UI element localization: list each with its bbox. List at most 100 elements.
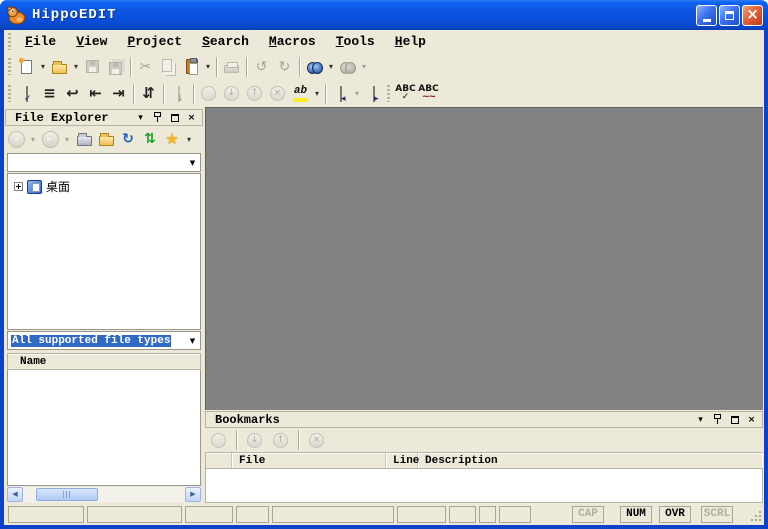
menu-macros[interactable]: Macros [259,32,326,51]
scroll-left-button[interactable]: ◀ [7,487,23,502]
resize-grip[interactable] [759,519,761,521]
sort-lines-button[interactable]: ⇵ [137,83,160,105]
nav-forward-button[interactable]: ▸ [362,83,385,105]
bm-prev-button[interactable]: ↑ [269,429,292,451]
open-file-button[interactable] [48,56,71,78]
toolbar-grip[interactable] [8,85,11,102]
maximize-panel-icon [170,113,179,122]
menu-search[interactable]: Search [192,32,259,51]
back-icon: ◀ [7,130,25,148]
fe-favorites-button[interactable]: ★ [162,128,182,150]
prev-bookmark-button[interactable]: ↑ [243,83,266,105]
panel-maximize-button[interactable] [728,413,741,426]
next-bookmark-button[interactable]: ↓ [220,83,243,105]
menubar-grip[interactable] [8,33,11,50]
find-dropdown[interactable]: ▾ [326,62,336,71]
panel-close-button[interactable]: × [745,413,758,426]
open-file-dropdown[interactable]: ▾ [71,62,81,71]
line-column-header[interactable]: Line [386,453,419,468]
menu-file[interactable]: File [15,32,66,51]
horizontal-scrollbar[interactable]: ◀ ▶ [7,487,201,502]
outdent-button[interactable]: ⇤ [84,83,107,105]
goto-page-button[interactable]: ↓ [167,83,190,105]
fe-refresh-button[interactable]: ↻ [118,128,138,150]
editor-area[interactable] [205,107,763,410]
copy-icon [161,58,172,72]
panel-pin-button[interactable] [151,111,164,124]
paste-button[interactable] [180,56,203,78]
find-next-dropdown[interactable]: ▾ [359,62,369,71]
panel-pin-button[interactable] [711,413,724,426]
title-bar[interactable]: HippoEDIT × [0,0,768,30]
highlight-dropdown[interactable]: ▾ [312,89,322,98]
toolbar-grip[interactable] [8,58,11,75]
file-explorer-header[interactable]: File Explorer ▾ × [5,109,203,126]
indent-button[interactable]: ⇥ [107,83,130,105]
address-combo[interactable]: ▼ [7,153,201,172]
cut-button[interactable]: ✂ [134,56,157,78]
new-file-dropdown[interactable]: ▾ [38,62,48,71]
fe-forward-button[interactable]: ▶ [40,128,60,150]
maximize-button[interactable] [719,4,740,26]
panel-menu-button[interactable]: ▾ [694,413,707,426]
bookmarks-header[interactable]: Bookmarks ▾ × [205,411,763,428]
align-lines-button[interactable]: ≡ [38,83,61,105]
file-column-header[interactable]: File [232,453,386,468]
bm-next-button[interactable]: ↓ [243,429,266,451]
find-button[interactable] [303,56,326,78]
highlight-button[interactable]: ab [289,83,312,105]
new-file-button[interactable] [15,56,38,78]
bm-clear-button[interactable]: × [305,429,328,451]
fe-sync-button[interactable]: ⇅ [140,128,160,150]
status-panel [499,505,531,523]
scroll-right-button[interactable]: ▶ [185,487,201,502]
spell-toolbar-grip[interactable] [387,85,390,102]
fe-search-folder-button[interactable] [96,128,116,150]
nav-back-button[interactable]: ◂ [329,83,352,105]
menu-project[interactable]: Project [117,32,192,51]
menu-help[interactable]: Help [385,32,436,51]
filter-combo-arrow-icon[interactable]: ▼ [185,332,200,349]
clear-bookmarks-button[interactable]: × [266,83,289,105]
fe-folder-button[interactable] [74,128,94,150]
format-document-button[interactable]: ✓ [15,83,38,105]
description-column-header[interactable]: Description [418,453,762,468]
icon-column-header[interactable] [206,453,232,468]
word-wrap-button[interactable]: ↩ [61,83,84,105]
close-icon: × [746,4,759,23]
file-list[interactable] [7,370,201,486]
panel-maximize-button[interactable] [168,111,181,124]
auto-spell-button[interactable]: ABC ~~ [417,83,440,105]
fe-forward-dropdown[interactable]: ▾ [62,135,72,144]
save-all-button[interactable] [104,56,127,78]
status-panel [479,505,496,523]
close-button[interactable]: × [742,4,763,26]
menu-view[interactable]: View [66,32,117,51]
spell-check-button[interactable]: ABC ✓ [394,83,417,105]
file-list-header[interactable]: Name [7,353,201,370]
fe-back-dropdown[interactable]: ▾ [28,135,38,144]
paste-dropdown[interactable]: ▾ [203,62,213,71]
undo-button[interactable]: ↺ [250,56,273,78]
bookmarks-table-body[interactable] [205,469,763,503]
minimize-button[interactable] [696,4,717,26]
panel-menu-button[interactable]: ▾ [134,111,147,124]
address-combo-arrow-icon[interactable]: ▼ [185,154,200,171]
print-button[interactable] [220,56,243,78]
redo-button[interactable]: ↻ [273,56,296,78]
nav-back-dropdown[interactable]: ▾ [352,89,362,98]
copy-button[interactable] [157,56,180,78]
save-button[interactable] [81,56,104,78]
panel-close-button[interactable]: × [185,111,198,124]
toggle-bookmark-button[interactable] [197,83,220,105]
scrollbar-thumb[interactable] [36,488,98,501]
menu-tools[interactable]: Tools [326,32,385,51]
bm-goto-button[interactable] [207,429,230,451]
tree-expand-icon[interactable] [14,182,23,191]
scroll-lock-indicator: SCRL [701,505,733,523]
find-next-button[interactable] [336,56,359,78]
fe-favorites-dropdown[interactable]: ▾ [184,135,194,144]
filter-combo[interactable]: All supported file types ▼ [7,331,201,350]
tree-item-desktop[interactable]: 桌面 [10,178,198,195]
fe-back-button[interactable]: ◀ [6,128,26,150]
